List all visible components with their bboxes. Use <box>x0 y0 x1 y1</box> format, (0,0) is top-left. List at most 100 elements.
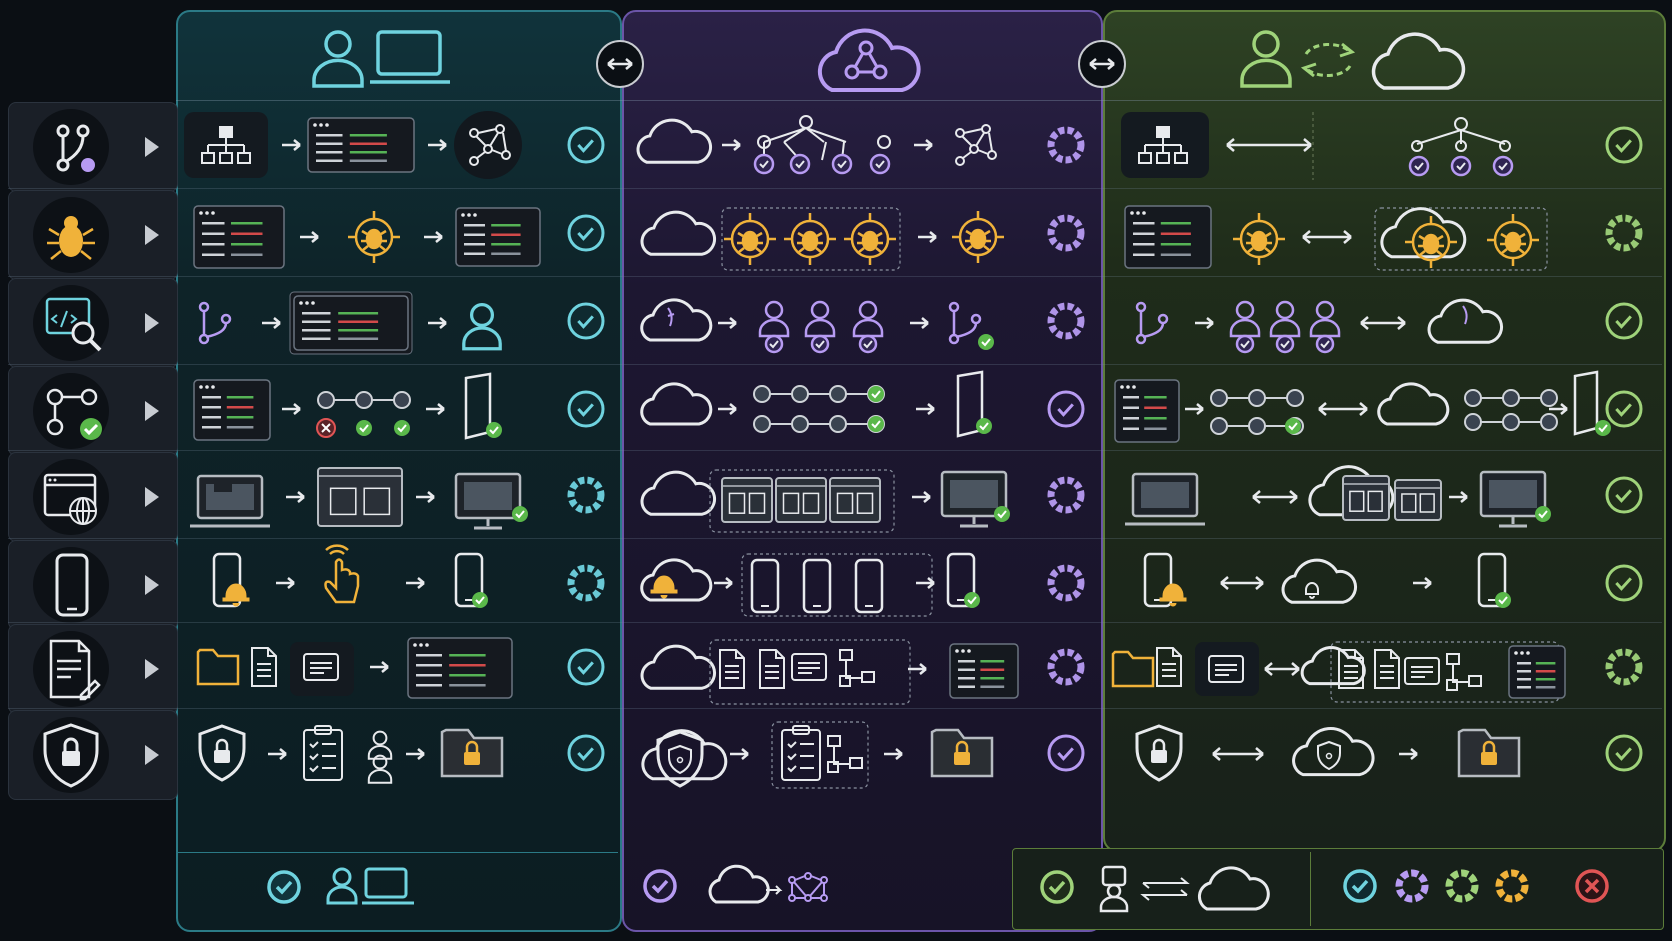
debugging-local-flow <box>193 205 541 269</box>
cloud-footer <box>622 852 1012 928</box>
row-divider <box>8 450 1662 451</box>
local-header-icons <box>312 30 450 88</box>
error-red-icon <box>1575 869 1609 903</box>
mobile-cloud-status-progress-icon <box>1047 564 1085 602</box>
check-circle-icon <box>643 869 677 903</box>
documents-local-status-check-icon <box>567 648 605 686</box>
row-divider <box>8 364 1662 365</box>
expand-arrow-icon[interactable] <box>145 225 159 245</box>
row-icon-container <box>33 631 109 707</box>
swap-arrows-icon <box>1089 58 1115 70</box>
security-hybrid-status-check-icon <box>1605 734 1643 772</box>
branching-cloud-status-progress-icon <box>1047 126 1085 164</box>
security-local-status-check-icon <box>567 734 605 772</box>
pipeline-hybrid-flow <box>1114 370 1611 443</box>
security-hybrid-flow <box>1135 724 1521 782</box>
row-divider <box>8 708 1662 709</box>
user-icon <box>1240 30 1292 88</box>
pipeline-local-flow <box>193 372 502 441</box>
documents-cloud-flow <box>640 639 1019 705</box>
row-label-pipeline[interactable] <box>8 366 178 456</box>
progress-orange-icon <box>1495 869 1529 903</box>
documents-cloud-status-progress-icon <box>1047 648 1085 686</box>
check-circle-icon <box>1040 870 1074 904</box>
web-deploy-local-status-progress-icon <box>567 476 605 514</box>
row-icon-container <box>33 717 109 793</box>
check-circle-icon <box>267 870 301 904</box>
pipeline-local-status-check-icon <box>567 390 605 428</box>
code-review-cloud-flow <box>640 298 994 354</box>
progress-green-icon <box>1445 869 1479 903</box>
debugging-cloud-status-progress-icon <box>1047 214 1085 252</box>
hybrid-header-icons <box>1240 30 1466 90</box>
mobile-cloud-flow <box>640 552 980 617</box>
row-icon-container <box>33 547 109 623</box>
row-divider <box>8 188 1662 189</box>
web-deploy-local-flow <box>190 467 528 530</box>
debugging-cloud-flow <box>640 207 1004 271</box>
branching-cloud-flow <box>636 115 997 175</box>
git-branch-icon <box>56 124 95 172</box>
laptop-icon <box>362 867 414 905</box>
sync-arrows-icon <box>1140 877 1190 901</box>
mobile-local-flow <box>212 544 488 608</box>
web-globe-icon <box>43 473 97 525</box>
row-label-documents[interactable] <box>8 624 178 714</box>
pipeline-cloud-flow <box>640 370 992 438</box>
expand-arrow-icon[interactable] <box>145 487 159 507</box>
web-deploy-cloud-flow <box>640 469 1010 533</box>
expand-arrow-icon[interactable] <box>145 659 159 679</box>
security-cloud-flow <box>641 721 994 789</box>
laptop-icon <box>370 30 450 84</box>
code-review-local-status-check-icon <box>567 302 605 340</box>
row-label-web-deploy[interactable] <box>8 452 178 542</box>
security-local-flow <box>198 724 504 784</box>
bug-icon <box>47 216 95 260</box>
branching-local-status-check-icon <box>567 126 605 164</box>
expand-arrow-icon[interactable] <box>145 137 159 157</box>
cloud-network-icon <box>817 28 921 92</box>
row-divider <box>8 622 1662 623</box>
row-label-security[interactable] <box>8 710 178 800</box>
progress-purple-icon <box>1395 869 1429 903</box>
debugging-hybrid-flow <box>1124 205 1548 271</box>
header-divider <box>176 100 1662 101</box>
swap-cloud-hybrid-button[interactable] <box>1078 40 1126 88</box>
code-review-hybrid-flow <box>1135 298 1503 354</box>
debugging-local-status-check-icon <box>567 214 605 252</box>
row-label-debugging[interactable] <box>8 190 178 280</box>
pipeline-cloud-status-check-icon <box>1047 390 1085 428</box>
documents-hybrid-flow <box>1111 641 1566 703</box>
code-search-icon <box>45 297 102 352</box>
expand-arrow-icon[interactable] <box>145 575 159 595</box>
expand-arrow-icon[interactable] <box>145 313 159 333</box>
expand-arrow-icon[interactable] <box>145 401 159 421</box>
debugging-hybrid-status-progress-icon <box>1605 214 1643 252</box>
row-label-code-review[interactable] <box>8 278 178 368</box>
branching-hybrid-status-check-icon <box>1605 126 1643 164</box>
cloud-icon <box>708 864 770 904</box>
expand-arrow-icon[interactable] <box>145 745 159 765</box>
cloud-icon <box>1197 866 1270 911</box>
row-icon-container <box>33 285 109 361</box>
row-divider <box>8 276 1662 277</box>
mobile-hybrid-flow <box>1143 552 1511 608</box>
user-icon <box>326 867 358 905</box>
swap-arrows-icon <box>607 58 633 70</box>
pipeline-hybrid-status-check-icon <box>1605 390 1643 428</box>
row-label-branching[interactable] <box>8 102 178 192</box>
row-label-mobile[interactable] <box>8 540 178 630</box>
code-review-hybrid-status-check-icon <box>1605 302 1643 340</box>
footer-divider <box>1310 852 1311 926</box>
row-icon-container <box>33 459 109 535</box>
row-icon-container <box>33 197 109 273</box>
check-teal-icon <box>1343 869 1377 903</box>
branching-hybrid-flow <box>1121 112 1514 180</box>
row-divider <box>8 538 1662 539</box>
mobile-local-status-progress-icon <box>567 564 605 602</box>
web-deploy-cloud-status-progress-icon <box>1047 476 1085 514</box>
swap-local-cloud-button[interactable] <box>596 40 644 88</box>
user-device-icon <box>1099 865 1129 913</box>
documents-hybrid-status-progress-icon <box>1605 648 1643 686</box>
security-cloud-status-check-icon <box>1047 734 1085 772</box>
